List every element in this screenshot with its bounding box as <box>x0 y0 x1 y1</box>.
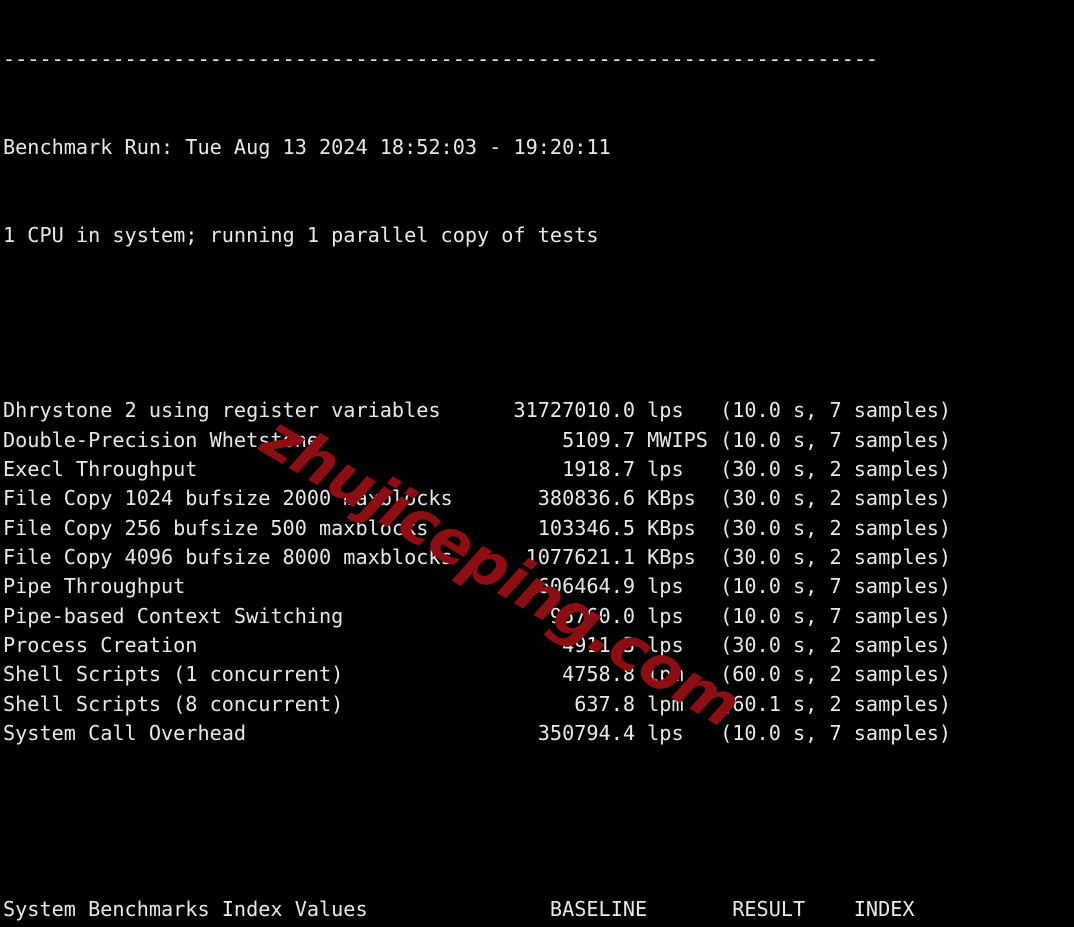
result-row: Process Creation 4911.3 lps (30.0 s, 2 s… <box>3 632 952 657</box>
result-row: Dhrystone 2 using register variables 317… <box>3 398 952 423</box>
cpu-info-line: 1 CPU in system; running 1 parallel copy… <box>3 222 599 247</box>
terminal-window: ----------------------------------------… <box>0 0 1074 927</box>
result-row: System Call Overhead 350794.4 lps (10.0 … <box>3 720 952 745</box>
result-row: Shell Scripts (1 concurrent) 4758.8 lpm … <box>3 662 952 687</box>
result-row: File Copy 256 bufsize 500 maxblocks 1033… <box>3 515 952 540</box>
benchmark-index-block: System Benchmarks Index Values BASELINE … <box>3 895 1073 927</box>
result-row: Shell Scripts (8 concurrent) 637.8 lpm (… <box>3 691 952 716</box>
result-row: Execl Throughput 1918.7 lps (30.0 s, 2 s… <box>3 457 952 481</box>
result-row: File Copy 4096 bufsize 8000 maxblocks 10… <box>3 544 952 569</box>
separator-line-top: ----------------------------------------… <box>3 46 879 71</box>
result-row: Double-Precision Whetstone 5109.7 MWIPS … <box>3 427 952 452</box>
result-row: File Copy 1024 bufsize 2000 maxblocks 38… <box>3 486 952 511</box>
result-row: Pipe-based Context Switching 95760.0 lps… <box>3 603 952 628</box>
result-row: Pipe Throughput 606464.9 lps (10.0 s, 7 … <box>3 574 952 599</box>
terminal-output: ----------------------------------------… <box>3 0 1073 927</box>
index-table-header: System Benchmarks Index Values BASELINE … <box>3 896 915 921</box>
benchmark-results-block: Dhrystone 2 using register variables 317… <box>3 396 1073 748</box>
benchmark-run-line: Benchmark Run: Tue Aug 13 2024 18:52:03 … <box>3 134 611 159</box>
